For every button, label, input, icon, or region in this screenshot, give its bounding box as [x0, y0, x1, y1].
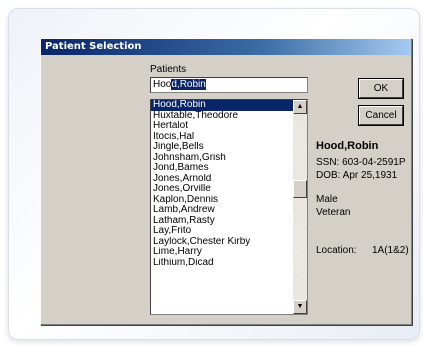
list-scrollbar[interactable]: ▲ ▼: [293, 100, 307, 314]
list-item[interactable]: Lamb,Andrew: [151, 205, 293, 216]
list-item[interactable]: Jingle,Bells: [151, 142, 293, 153]
scrollbar-thumb[interactable]: [293, 180, 307, 198]
list-item[interactable]: Latham,Rasty: [151, 216, 293, 227]
patient-status: Veteran: [316, 207, 351, 218]
patient-dob: DOB: Apr 25,1931: [316, 170, 398, 181]
patient-search-input[interactable]: Hood,Robin: [150, 77, 308, 93]
patient-ssn: SSN: 603-04-2591P: [316, 157, 406, 168]
patient-selection-dialog: Patient Selection Patients Hood,Robin Ho…: [40, 38, 412, 325]
list-item[interactable]: Huxtable,Theodore: [151, 111, 293, 122]
list-item[interactable]: Jond,Bames: [151, 163, 293, 174]
list-item[interactable]: Hertalot: [151, 121, 293, 132]
list-item[interactable]: Lay,Frito: [151, 226, 293, 237]
list-item[interactable]: Hood,Robin: [151, 100, 293, 111]
location-value: 1A(1&2): [372, 245, 409, 256]
list-item[interactable]: Lime,Harry: [151, 247, 293, 258]
list-item[interactable]: Kaplon,Dennis: [151, 195, 293, 206]
search-typed-text: Hoo: [153, 79, 172, 90]
patient-list[interactable]: Hood,Robin Huxtable,Theodore Hertalot Itoci…: [150, 99, 308, 315]
list-item[interactable]: Jones,Orville: [151, 184, 293, 195]
search-autocomplete-text: d,Robin: [171, 79, 206, 90]
list-item[interactable]: Johnsham,Grish: [151, 153, 293, 164]
location-label: Location:: [316, 245, 357, 256]
list-item[interactable]: Itocis,Hal: [151, 132, 293, 143]
list-item[interactable]: Jones,Arnold: [151, 174, 293, 185]
patient-list-items: Hood,Robin Huxtable,Theodore Hertalot Itoci…: [151, 100, 293, 268]
patients-label: Patients: [150, 64, 187, 75]
patient-name: Hood,Robin: [316, 140, 379, 152]
list-item[interactable]: Lithium,Dicad: [151, 258, 293, 269]
list-item[interactable]: Laylock,Chester Kirby: [151, 237, 293, 248]
down-arrow-icon[interactable]: ▼: [293, 300, 307, 314]
cancel-button[interactable]: Cancel: [358, 105, 404, 126]
up-arrow-icon[interactable]: ▲: [293, 100, 307, 114]
patient-sex: Male: [316, 194, 338, 205]
ok-button[interactable]: OK: [358, 78, 404, 99]
dialog-title: Patient Selection: [41, 39, 411, 55]
